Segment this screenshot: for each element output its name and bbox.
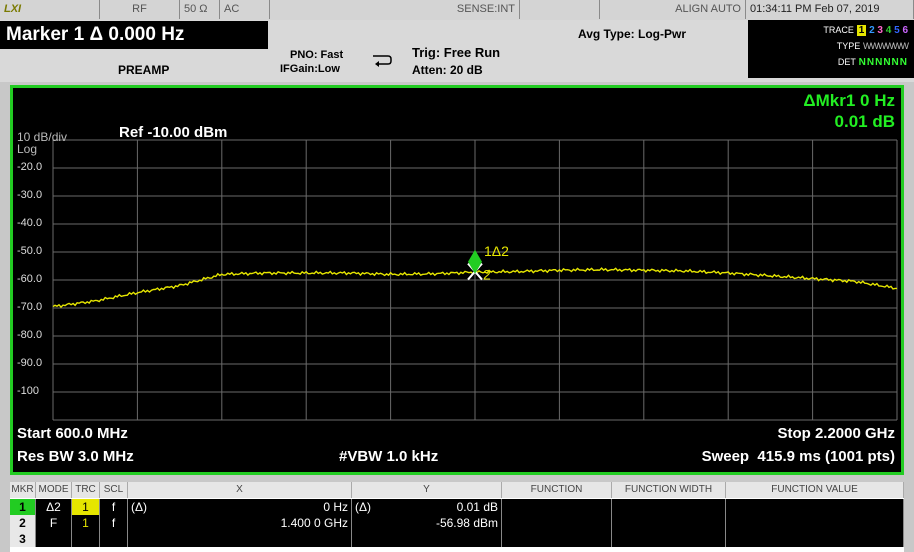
row-mkr[interactable]: 2 (10, 515, 36, 531)
row-mode: Δ2 (36, 499, 72, 515)
y-tick-label: -90.0 (17, 357, 43, 369)
row-y-value: -56.98 dBm (392, 515, 502, 531)
det-label: DET (837, 57, 856, 67)
row-function-value (726, 515, 904, 531)
marker-1-label: 1Δ2 (484, 243, 509, 259)
trace-legend-panel: TRACE 1 2 3 4 5 6 TYPE WWWWWW DET NNNNNN (748, 20, 914, 78)
coupling-indicator: AC (220, 0, 270, 19)
row-scl (100, 531, 128, 547)
type-row: TYPE WWWWWW (748, 39, 909, 53)
reference-level[interactable]: Ref -10.00 dBm (119, 124, 227, 141)
rf-input-indicator: RF (100, 0, 180, 19)
resolution-bandwidth[interactable]: Res BW 3.0 MHz (17, 448, 134, 465)
lxi-logo-cell: LXI (0, 0, 100, 19)
delta-marker-value: 0.01 dB (834, 112, 895, 131)
video-bandwidth[interactable]: #VBW 1.0 kHz (339, 448, 438, 465)
row-x-value (128, 531, 352, 547)
row-y-value (352, 531, 502, 547)
marker-2-label: 2 (483, 267, 491, 283)
trace-1-indicator: 1 (856, 25, 867, 36)
col-header-function: FUNCTION (502, 482, 612, 498)
pno-setting: PNO: Fast (290, 49, 344, 61)
col-header-function-value: FUNCTION VALUE (726, 482, 904, 498)
lxi-logo-icon: LXI (4, 3, 22, 15)
status-bar: LXI RF 50 Ω AC SENSE:INT ALIGN AUTO 01:3… (0, 0, 914, 21)
marker-table: MKR MODE TRC SCL X Y FUNCTION FUNCTION W… (10, 482, 904, 552)
datetime-display: 01:34:11 PM Feb 07, 2019 (746, 0, 914, 19)
impedance-indicator: 50 Ω (180, 0, 220, 19)
trace-5-indicator: 5 (894, 25, 900, 36)
det-row: DET NNNNNN (748, 55, 908, 69)
sweep-repeat-icon (373, 55, 392, 67)
delta-marker-readout: ΔMkr1 0 Hz (803, 91, 895, 110)
y-tick-label: -40.0 (17, 217, 43, 229)
col-header-function-width: FUNCTION WIDTH (612, 482, 726, 498)
row-trc (72, 531, 100, 547)
y-tick-label: -70.0 (17, 301, 43, 313)
spectrum-display[interactable]: 1Δ2 2 10 dB/div Log Ref -10.00 dBm ΔMkr1 … (10, 85, 904, 475)
row-function (502, 531, 612, 547)
row-x-mode: (Δ) (131, 500, 148, 514)
markers[interactable]: 1Δ2 2 (467, 243, 509, 283)
row-x-value: 0 Hz (168, 499, 352, 515)
row-trc: 1 (72, 499, 100, 515)
status-empty-cell (520, 0, 600, 19)
graticule (52, 139, 898, 421)
row-function-value (726, 531, 904, 547)
y-tick-label: -60.0 (17, 273, 43, 285)
align-indicator: ALIGN AUTO (600, 0, 746, 19)
start-frequency[interactable]: Start 600.0 MHz (17, 425, 128, 442)
trace-3-indicator: 3 (877, 25, 883, 36)
spectrum-plot[interactable]: 1Δ2 2 (13, 88, 901, 472)
row-scl: f (100, 515, 128, 531)
col-header-y: Y (352, 482, 502, 498)
row-function (502, 515, 612, 531)
ifgain-setting: IFGain:Low (280, 63, 340, 75)
attenuation-setting: Atten: 20 dB (412, 63, 483, 77)
scale-mode: Log (17, 142, 38, 156)
y-tick-label: -20.0 (17, 161, 43, 173)
trace-4-indicator: 4 (885, 25, 892, 36)
row-function-width (612, 531, 726, 547)
sense-indicator: SENSE:INT (270, 0, 520, 19)
sweep-time[interactable]: Sweep 415.9 ms (1001 pts) (702, 448, 895, 465)
row-x-value: 1.400 0 GHz (168, 515, 352, 531)
col-header-scl: SCL (100, 482, 128, 498)
trace-label: TRACE (823, 25, 854, 35)
row-function-width (612, 515, 726, 531)
y-tick-label: -100 (17, 385, 40, 397)
trace-2-indicator: 2 (869, 25, 875, 36)
type-label: TYPE (836, 41, 861, 51)
trigger-setting: Trig: Free Run (412, 45, 501, 60)
y-tick-label: -30.0 (17, 189, 43, 201)
active-marker-title[interactable]: Marker 1 Δ 0.000 Hz (0, 21, 268, 49)
row-function (502, 499, 612, 515)
marker-1-diamond[interactable] (468, 249, 482, 274)
col-header-mkr: MKR (10, 482, 36, 498)
stop-frequency[interactable]: Stop 2.2000 GHz (777, 425, 895, 442)
type-values: WWWWWW (863, 41, 909, 51)
y-tick-label: -50.0 (17, 245, 43, 257)
row-trc: 1 (72, 515, 100, 531)
col-header-trc: TRC (72, 482, 100, 498)
avg-type-setting: Avg Type: Log-Pwr (578, 27, 686, 41)
col-header-x: X (128, 482, 352, 498)
row-mode: F (36, 515, 72, 531)
row-mkr[interactable]: 1 (10, 499, 36, 515)
row-mode (36, 531, 72, 547)
preamp-indicator: PREAMP (118, 63, 170, 77)
row-y-mode (352, 515, 392, 531)
trace-6-indicator: 6 (902, 25, 908, 36)
row-function-value (726, 499, 904, 515)
row-y-value: 0.01 dB (392, 499, 502, 515)
row-y-mode: (Δ) (355, 500, 372, 514)
y-tick-label: -80.0 (17, 329, 43, 341)
col-header-mode: MODE (36, 482, 72, 498)
row-mkr[interactable]: 3 (10, 531, 36, 547)
det-values: NNNNNN (858, 57, 908, 68)
row-x-mode (128, 515, 168, 531)
row-scl: f (100, 499, 128, 515)
row-function-width (612, 499, 726, 515)
trace-row: TRACE 1 2 3 4 5 6 (748, 23, 908, 37)
